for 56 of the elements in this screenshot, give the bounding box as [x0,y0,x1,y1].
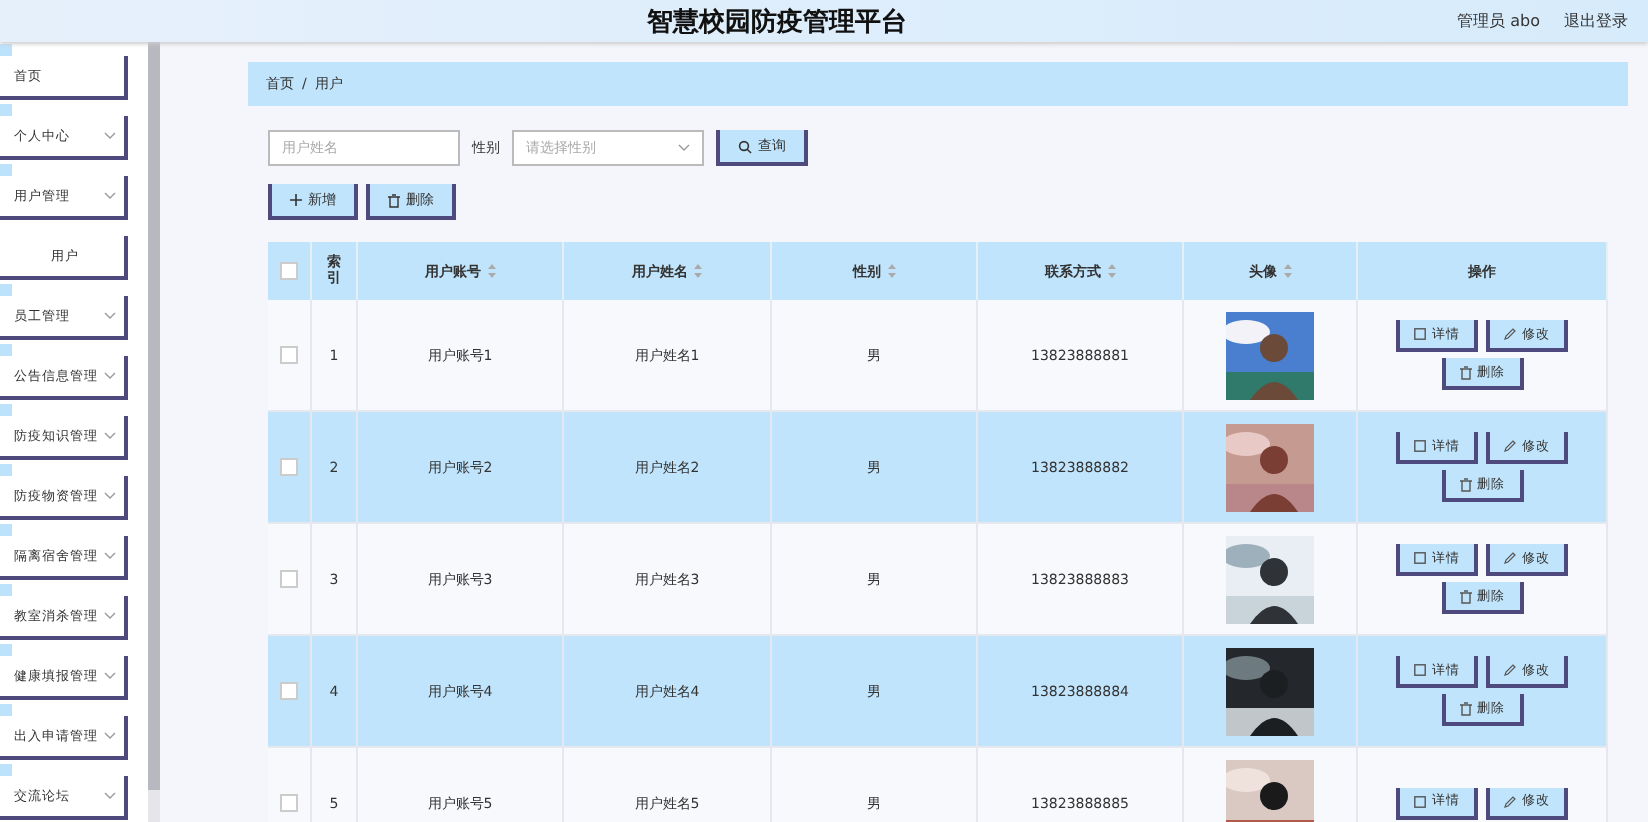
sort-icon[interactable] [887,264,895,278]
admin-user: 管理员 abo [1457,10,1540,32]
plus-icon [290,194,302,206]
item-marker [0,764,12,776]
sort-icon[interactable] [487,264,495,278]
document-icon [1414,328,1426,340]
chevron-down-icon [104,552,116,560]
row-checkbox[interactable] [280,570,298,588]
document-icon [1414,795,1426,807]
document-icon [1414,664,1426,676]
pencil-icon [1504,440,1516,452]
item-marker [0,524,12,536]
logout-link[interactable]: 退出登录 [1564,10,1628,32]
chevron-down-icon [104,732,116,740]
row-checkbox[interactable] [280,794,298,812]
item-marker [0,404,12,416]
chevron-down-icon [104,132,116,140]
chevron-down-icon [104,432,116,440]
search-icon [738,139,752,153]
trash-icon [1459,701,1471,715]
pencil-icon [1504,328,1516,340]
sort-icon[interactable] [1107,264,1115,278]
row-checkbox[interactable] [280,346,298,364]
item-marker [0,284,12,296]
item-marker [0,344,12,356]
pencil-icon [1504,795,1516,807]
document-icon [1414,552,1426,564]
item-marker [0,464,12,476]
trash-icon [1459,589,1471,603]
item-marker [0,44,12,56]
select-all-checkbox[interactable] [280,262,298,280]
chevron-down-icon [104,672,116,680]
chevron-down-icon [104,312,116,320]
app-title: 智慧校园防疫管理平台 [644,5,909,39]
item-marker [0,164,12,176]
trash-icon [1459,477,1471,491]
scrollbar[interactable] [148,42,160,822]
item-marker [0,644,12,656]
chevron-down-icon [104,192,116,200]
chevron-down-icon [104,612,116,620]
chevron-down-icon [104,492,116,500]
item-marker [0,584,12,596]
row-checkbox[interactable] [280,682,298,700]
row-checkbox[interactable] [280,458,298,476]
item-marker [0,104,12,116]
pencil-icon [1504,664,1516,676]
trash-icon [388,193,400,207]
document-icon [1414,440,1426,452]
sort-icon[interactable] [1283,264,1291,278]
item-marker [0,704,12,716]
chevron-down-icon [104,792,116,800]
chevron-down-icon [678,144,690,152]
pencil-icon [1504,552,1516,564]
trash-icon [1459,365,1471,379]
chevron-down-icon [104,372,116,380]
sort-icon[interactable] [694,264,702,278]
